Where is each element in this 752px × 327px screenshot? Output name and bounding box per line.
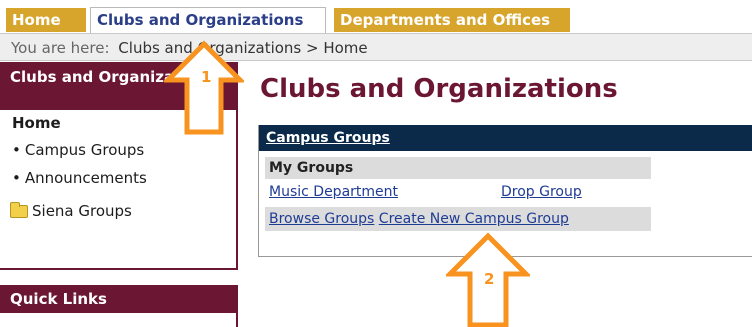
sidebar-item-label: Campus Groups [24, 141, 145, 159]
callout-number-1: 1 [201, 68, 211, 86]
group-link-music-department[interactable]: Music Department [269, 181, 398, 203]
bullet-icon: • [12, 169, 21, 187]
sidebar-item-label: Siena Groups [32, 202, 132, 220]
tab-home[interactable]: Home [6, 8, 86, 32]
tab-bar: Home Clubs and Organizations Departments… [0, 0, 752, 34]
sidebar-item-campus-groups[interactable]: • Campus Groups [0, 136, 236, 164]
page-title: Clubs and Organizations [260, 74, 618, 104]
sidebar-item-announcements[interactable]: • Announcements [0, 164, 236, 192]
callout-number-2: 2 [484, 270, 494, 288]
callout-arrow-1: 1 [164, 40, 244, 135]
browse-groups-link[interactable]: Browse Groups [269, 211, 374, 227]
bullet-icon: • [12, 141, 21, 159]
group-actions: Browse Groups Create New Campus Group [265, 207, 651, 231]
callout-arrow-2: 2 [446, 232, 530, 327]
quick-links-header: Quick Links [0, 285, 238, 313]
sidebar-item-siena-groups[interactable]: Siena Groups [0, 192, 236, 226]
breadcrumb-label: You are here: [11, 39, 110, 57]
tab-departments-and-offices[interactable]: Departments and Offices [334, 8, 570, 32]
list-item: Music Department Drop Group [265, 181, 651, 203]
folder-icon [10, 201, 28, 218]
my-groups-heading: My Groups [265, 157, 651, 179]
create-campus-group-link[interactable]: Create New Campus Group [379, 211, 569, 227]
divider [236, 313, 238, 327]
sidebar-item-label: Announcements [24, 169, 147, 187]
panel-title-link[interactable]: Campus Groups [259, 125, 752, 151]
tab-clubs-and-organizations[interactable]: Clubs and Organizations [90, 7, 326, 33]
drop-group-link[interactable]: Drop Group [501, 181, 582, 203]
breadcrumb: You are here: Clubs and Organizations > … [0, 33, 752, 61]
